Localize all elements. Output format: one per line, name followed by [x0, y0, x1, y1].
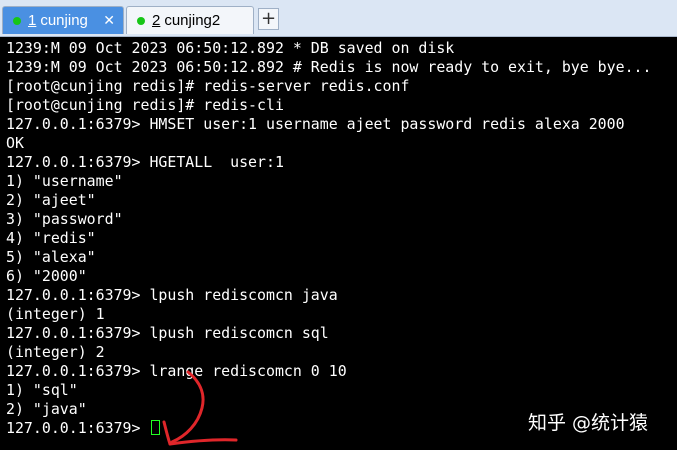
hand-drawn-arrow-icon: [162, 370, 238, 446]
terminal-line: 1) "username": [6, 172, 123, 190]
terminal-line: [root@cunjing redis]# redis-cli: [6, 96, 284, 114]
tab-cunjing2[interactable]: 2 cunjing2: [126, 6, 254, 34]
terminal-line: 3) "password": [6, 210, 123, 228]
terminal-line: 127.0.0.1:6379> HGETALL user:1: [6, 153, 284, 171]
tab-bar: 1 cunjing ✕ 2 cunjing2 +: [0, 0, 677, 37]
terminal-line: OK: [6, 134, 24, 152]
terminal-line: [root@cunjing redis]# redis-server redis…: [6, 77, 410, 95]
tab-label: cunjing2: [164, 12, 221, 29]
close-tab-icon[interactable]: ✕: [103, 12, 115, 28]
terminal-line: 2) "ajeet": [6, 191, 96, 209]
tab-label: cunjing: [40, 12, 88, 29]
terminal-line: 1239:M 09 Oct 2023 06:50:12.892 # Redis …: [6, 58, 652, 76]
watermark: 知乎 @统计猿: [528, 412, 649, 434]
terminal-line: 127.0.0.1:6379> lpush rediscomcn java: [6, 286, 338, 304]
terminal-line: 1239:M 09 Oct 2023 06:50:12.892 * DB sav…: [6, 39, 455, 57]
new-tab-button[interactable]: +: [258, 8, 279, 30]
terminal-line: 1) "sql": [6, 381, 78, 399]
terminal-line: 6) "2000": [6, 267, 87, 285]
tab-cunjing[interactable]: 1 cunjing ✕: [2, 6, 124, 34]
terminal-line: (integer) 1: [6, 305, 105, 323]
connected-status-icon: [13, 16, 21, 25]
terminal-prompt: 127.0.0.1:6379>: [6, 419, 150, 437]
terminal-line: 127.0.0.1:6379> HMSET user:1 username aj…: [6, 115, 625, 133]
terminal-line: 127.0.0.1:6379> lpush rediscomcn sql: [6, 324, 329, 342]
terminal-line: 4) "redis": [6, 229, 96, 247]
tab-number: 2: [152, 12, 161, 29]
terminal-output[interactable]: 1239:M 09 Oct 2023 06:50:12.892 * DB sav…: [0, 38, 677, 450]
terminal-line: 127.0.0.1:6379> lrange rediscomcn 0 10: [6, 362, 347, 380]
connected-status-icon: [137, 16, 145, 25]
terminal-window: 1 cunjing ✕ 2 cunjing2 + 1239:M 09 Oct 2…: [0, 0, 677, 450]
terminal-line: 5) "alexa": [6, 248, 96, 266]
tab-number: 1: [28, 12, 37, 29]
terminal-line: (integer) 2: [6, 343, 105, 361]
